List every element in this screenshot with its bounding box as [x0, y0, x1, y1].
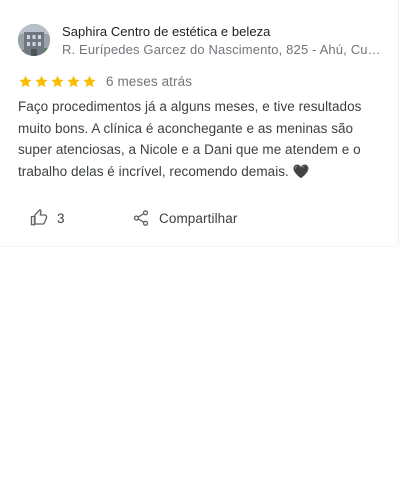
star-icon — [51, 75, 64, 88]
place-avatar[interactable] — [18, 24, 50, 56]
share-label: Compartilhar — [159, 210, 238, 226]
like-button[interactable]: 3 — [30, 207, 65, 229]
star-icon — [35, 75, 48, 88]
review-time: 6 meses atrás — [106, 74, 193, 89]
place-address: R. Eurípedes Garcez do Nascimento, 825 -… — [62, 42, 381, 57]
like-count: 3 — [57, 210, 65, 226]
star-icon — [83, 75, 96, 88]
star-icon — [67, 75, 80, 88]
building-photo-icon — [18, 24, 50, 56]
star-rating — [18, 74, 97, 89]
review-rating-row: 6 meses atrás — [18, 74, 192, 89]
review-card: Saphira Centro de estética e beleza R. E… — [0, 0, 398, 246]
share-icon — [133, 210, 149, 226]
thumbs-up-icon — [30, 209, 48, 226]
share-button[interactable]: Compartilhar — [132, 207, 237, 229]
star-icon — [19, 75, 32, 88]
place-name[interactable]: Saphira Centro de estética e beleza — [62, 24, 270, 39]
review-text: Faço procedimentos já a alguns meses, e … — [18, 99, 362, 179]
